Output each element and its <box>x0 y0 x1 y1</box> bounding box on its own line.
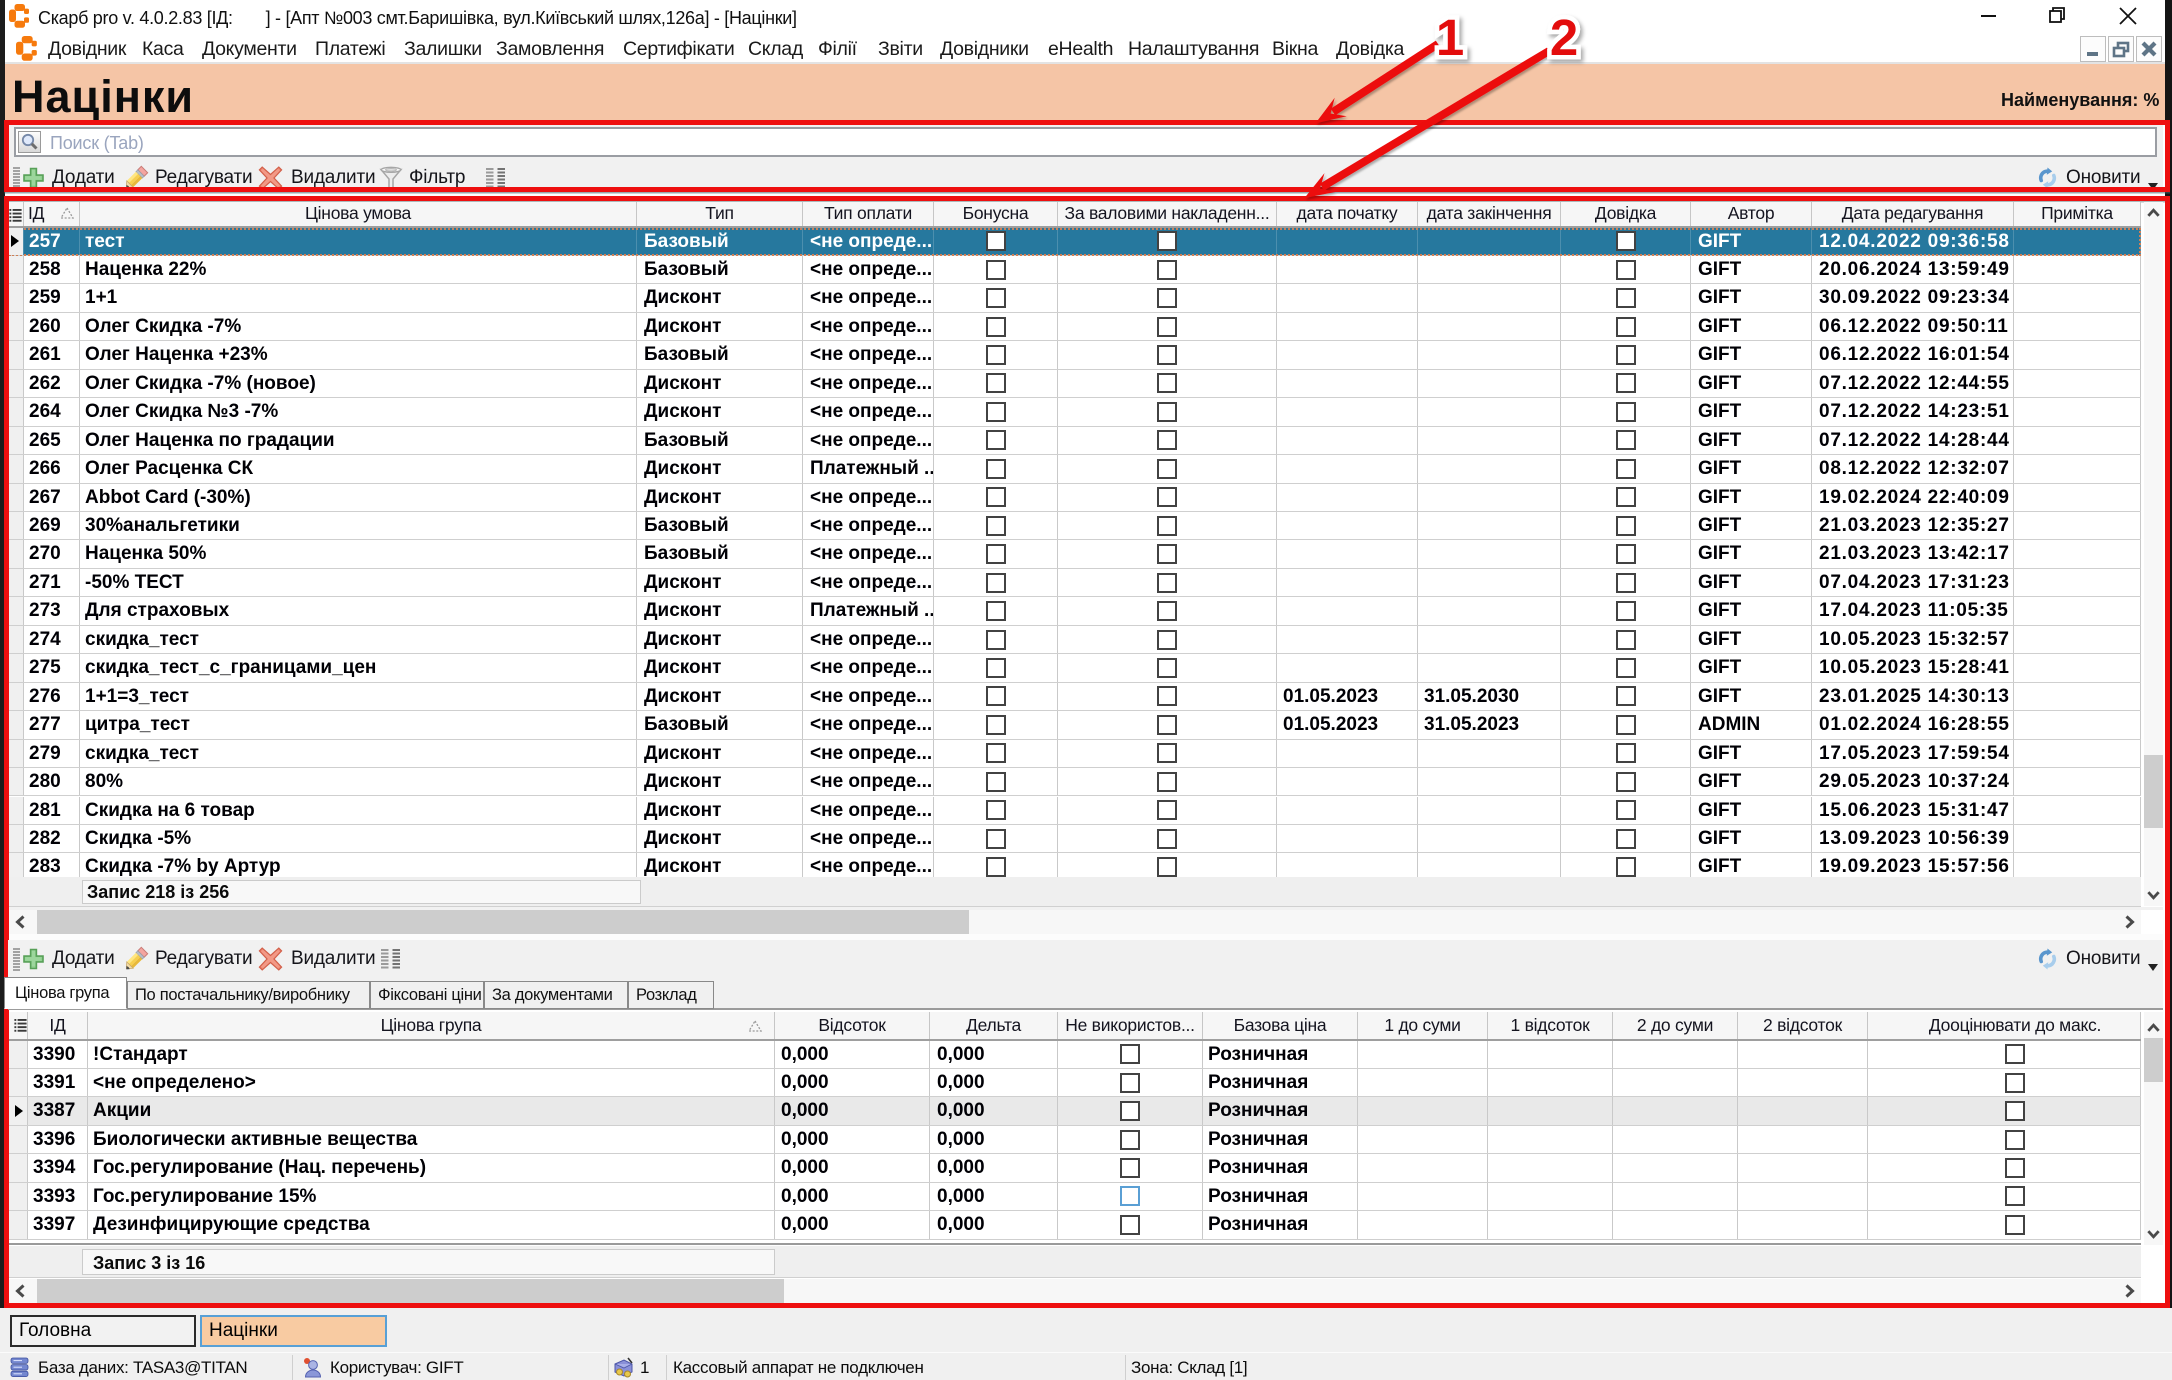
svg-text:1: 1 <box>1436 9 1464 66</box>
svg-text:2: 2 <box>1550 9 1578 66</box>
